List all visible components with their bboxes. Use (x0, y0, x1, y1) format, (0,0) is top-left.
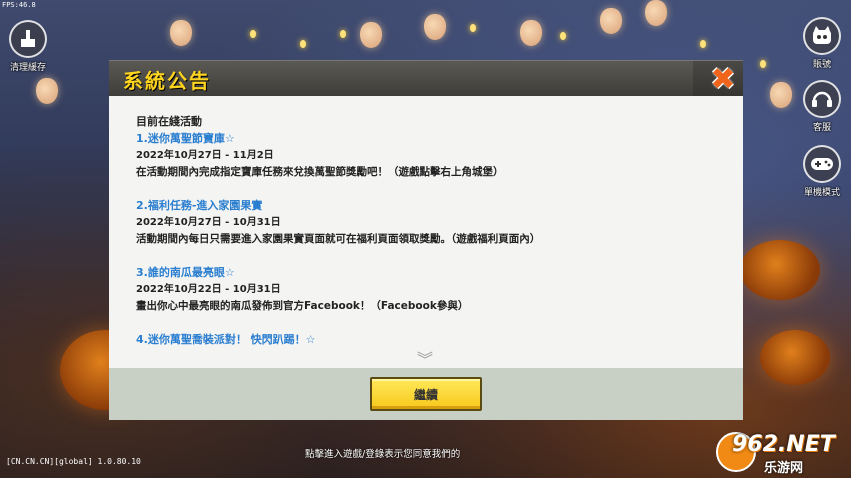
headset-icon (803, 80, 841, 118)
event-title: 2.福利任務-進入家園果實 (136, 199, 263, 212)
scroll-down-icon[interactable]: ︾ (417, 352, 433, 368)
event-title: 4.迷你萬聖喬裝派對！ 快閃趴踢！☆ (136, 333, 316, 346)
customer-service-button[interactable]: 客服 (796, 80, 848, 133)
close-icon: ✖ (710, 61, 736, 97)
event-title: 1.迷你萬聖節寶庫☆ (136, 132, 235, 145)
terms-notice[interactable]: 點擊進入遊戲/登錄表示您同意我們的 (305, 446, 460, 460)
dialog-title: 系統公告 (123, 69, 211, 93)
customer-service-label: 客服 (812, 123, 831, 133)
single-player-button[interactable]: 單機模式 (796, 145, 848, 198)
gamepad-icon (803, 145, 841, 183)
single-player-label: 單機模式 (803, 188, 840, 198)
account-label: 賬號 (812, 60, 831, 70)
version-text: [CN.CN.CN][global] 1.0.80.10 (6, 457, 141, 466)
watermark-logo: 962.NET 乐游网 (716, 430, 848, 476)
account-button[interactable]: 賬號 (796, 17, 848, 70)
event-date: 2022年10月27日 - 11月2日 (136, 150, 274, 161)
event-description: 活動期間內每日只需要進入家園果實頁面就可在福利頁面領取獎勵。（遊戲福利頁面內） (136, 233, 541, 245)
fps-counter: FPS:46.8 (2, 1, 36, 9)
dialog-footer: 繼續 (109, 368, 743, 420)
watermark-sub: 乐游网 (764, 461, 804, 476)
clear-cache-label: 清理緩存 (9, 63, 46, 73)
avatar-icon (803, 17, 841, 55)
watermark-brand: 962.NET (732, 432, 835, 457)
clear-cache-button[interactable]: 清理緩存 (2, 20, 54, 73)
announcement-dialog: 系統公告 ✖ 目前在綫活動 1.迷你萬聖節寶庫☆ 2022年10月27日 - 1… (109, 60, 743, 420)
event-title: 3.誰的南瓜最亮眼☆ (136, 266, 235, 279)
close-button[interactable]: ✖ (705, 61, 741, 97)
event-description: 畫出你心中最亮眼的南瓜發佈到官方Facebook！（Facebook參與） (136, 300, 469, 312)
section-heading: 目前在綫活動 (136, 115, 202, 128)
continue-button[interactable]: 繼續 (370, 377, 482, 411)
event-date: 2022年10月22日 - 10月31日 (136, 284, 281, 295)
event-description: 在活動期間內完成指定寶庫任務來兌換萬聖節獎勵吧！（遊戲點擊右上角城堡） (136, 166, 504, 178)
announcement-content[interactable]: 目前在綫活動 1.迷你萬聖節寶庫☆ 2022年10月27日 - 11月2日 在活… (109, 96, 743, 368)
broom-icon (9, 20, 47, 58)
dialog-title-bar: 系統公告 ✖ (109, 60, 743, 97)
event-date: 2022年10月27日 - 10月31日 (136, 217, 281, 228)
